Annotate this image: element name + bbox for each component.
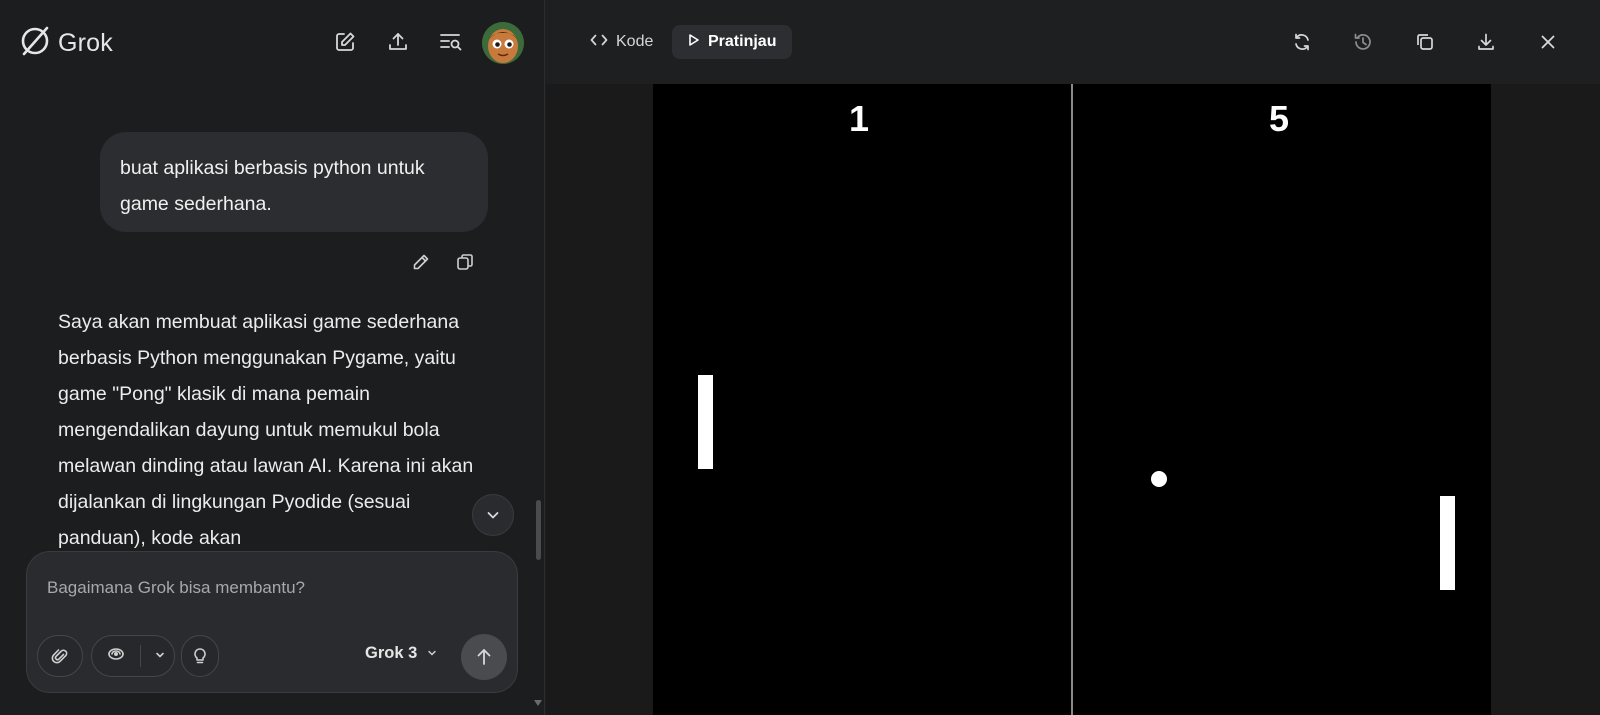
- tab-preview-label: Pratinjau: [708, 33, 777, 50]
- chat-header: Grok: [0, 0, 545, 84]
- download-icon[interactable]: [1472, 28, 1500, 56]
- search-history-icon[interactable]: [437, 28, 465, 56]
- share-icon[interactable]: [384, 28, 412, 56]
- scroll-to-bottom-button[interactable]: [472, 494, 514, 536]
- attach-button[interactable]: [37, 635, 83, 677]
- edit-message-icon[interactable]: [409, 250, 433, 274]
- pong-game-canvas[interactable]: 1 5: [653, 84, 1491, 715]
- message-input[interactable]: [47, 578, 487, 598]
- user-message-text: buat aplikasi berbasis python untuk game…: [120, 157, 425, 215]
- pill-divider: [140, 645, 141, 667]
- deepsearch-icon: [106, 645, 126, 668]
- tab-code[interactable]: Kode: [574, 25, 669, 59]
- model-label: Grok 3: [365, 644, 418, 662]
- chat-panel: Grok buat aplikasi berbasis python untuk…: [0, 0, 545, 715]
- tab-code-label: Kode: [616, 33, 654, 50]
- close-icon[interactable]: [1534, 28, 1562, 56]
- edit-icon[interactable]: [331, 28, 359, 56]
- user-message-bubble: buat aplikasi berbasis python untuk game…: [100, 132, 488, 232]
- score-right: 5: [1268, 98, 1290, 139]
- code-icon: [590, 33, 608, 52]
- right-paddle: [1440, 496, 1455, 590]
- send-button[interactable]: [461, 634, 507, 680]
- play-icon: [688, 33, 700, 52]
- chevron-down-icon: [427, 644, 437, 663]
- copy-message-icon[interactable]: [453, 250, 477, 274]
- preview-toolbar: Kode Pratinjau: [546, 0, 1600, 84]
- deepsearch-toggle[interactable]: [91, 635, 175, 677]
- think-button[interactable]: [181, 635, 219, 677]
- user-avatar[interactable]: [482, 22, 524, 64]
- refresh-icon[interactable]: [1288, 28, 1316, 56]
- copy-icon[interactable]: [1411, 28, 1439, 56]
- chevron-down-icon[interactable]: [155, 647, 165, 665]
- score-left: 1: [848, 98, 870, 139]
- scroll-down-arrow-icon[interactable]: [534, 700, 542, 706]
- grok-logo[interactable]: Grok: [18, 24, 113, 63]
- message-composer: Grok 3: [26, 551, 518, 693]
- brand-name: Grok: [58, 29, 113, 57]
- grok-logo-icon: [18, 24, 52, 63]
- center-net: [1071, 84, 1073, 715]
- assistant-message: Saya akan membuat aplikasi game sederhan…: [58, 311, 474, 549]
- ball: [1151, 471, 1167, 487]
- left-paddle: [698, 375, 713, 469]
- scrollbar-thumb[interactable]: [536, 500, 541, 560]
- preview-panel: Kode Pratinjau 1 5: [546, 0, 1600, 715]
- model-selector[interactable]: Grok 3: [365, 644, 437, 663]
- tab-preview[interactable]: Pratinjau: [672, 25, 793, 59]
- history-icon[interactable]: [1349, 28, 1377, 56]
